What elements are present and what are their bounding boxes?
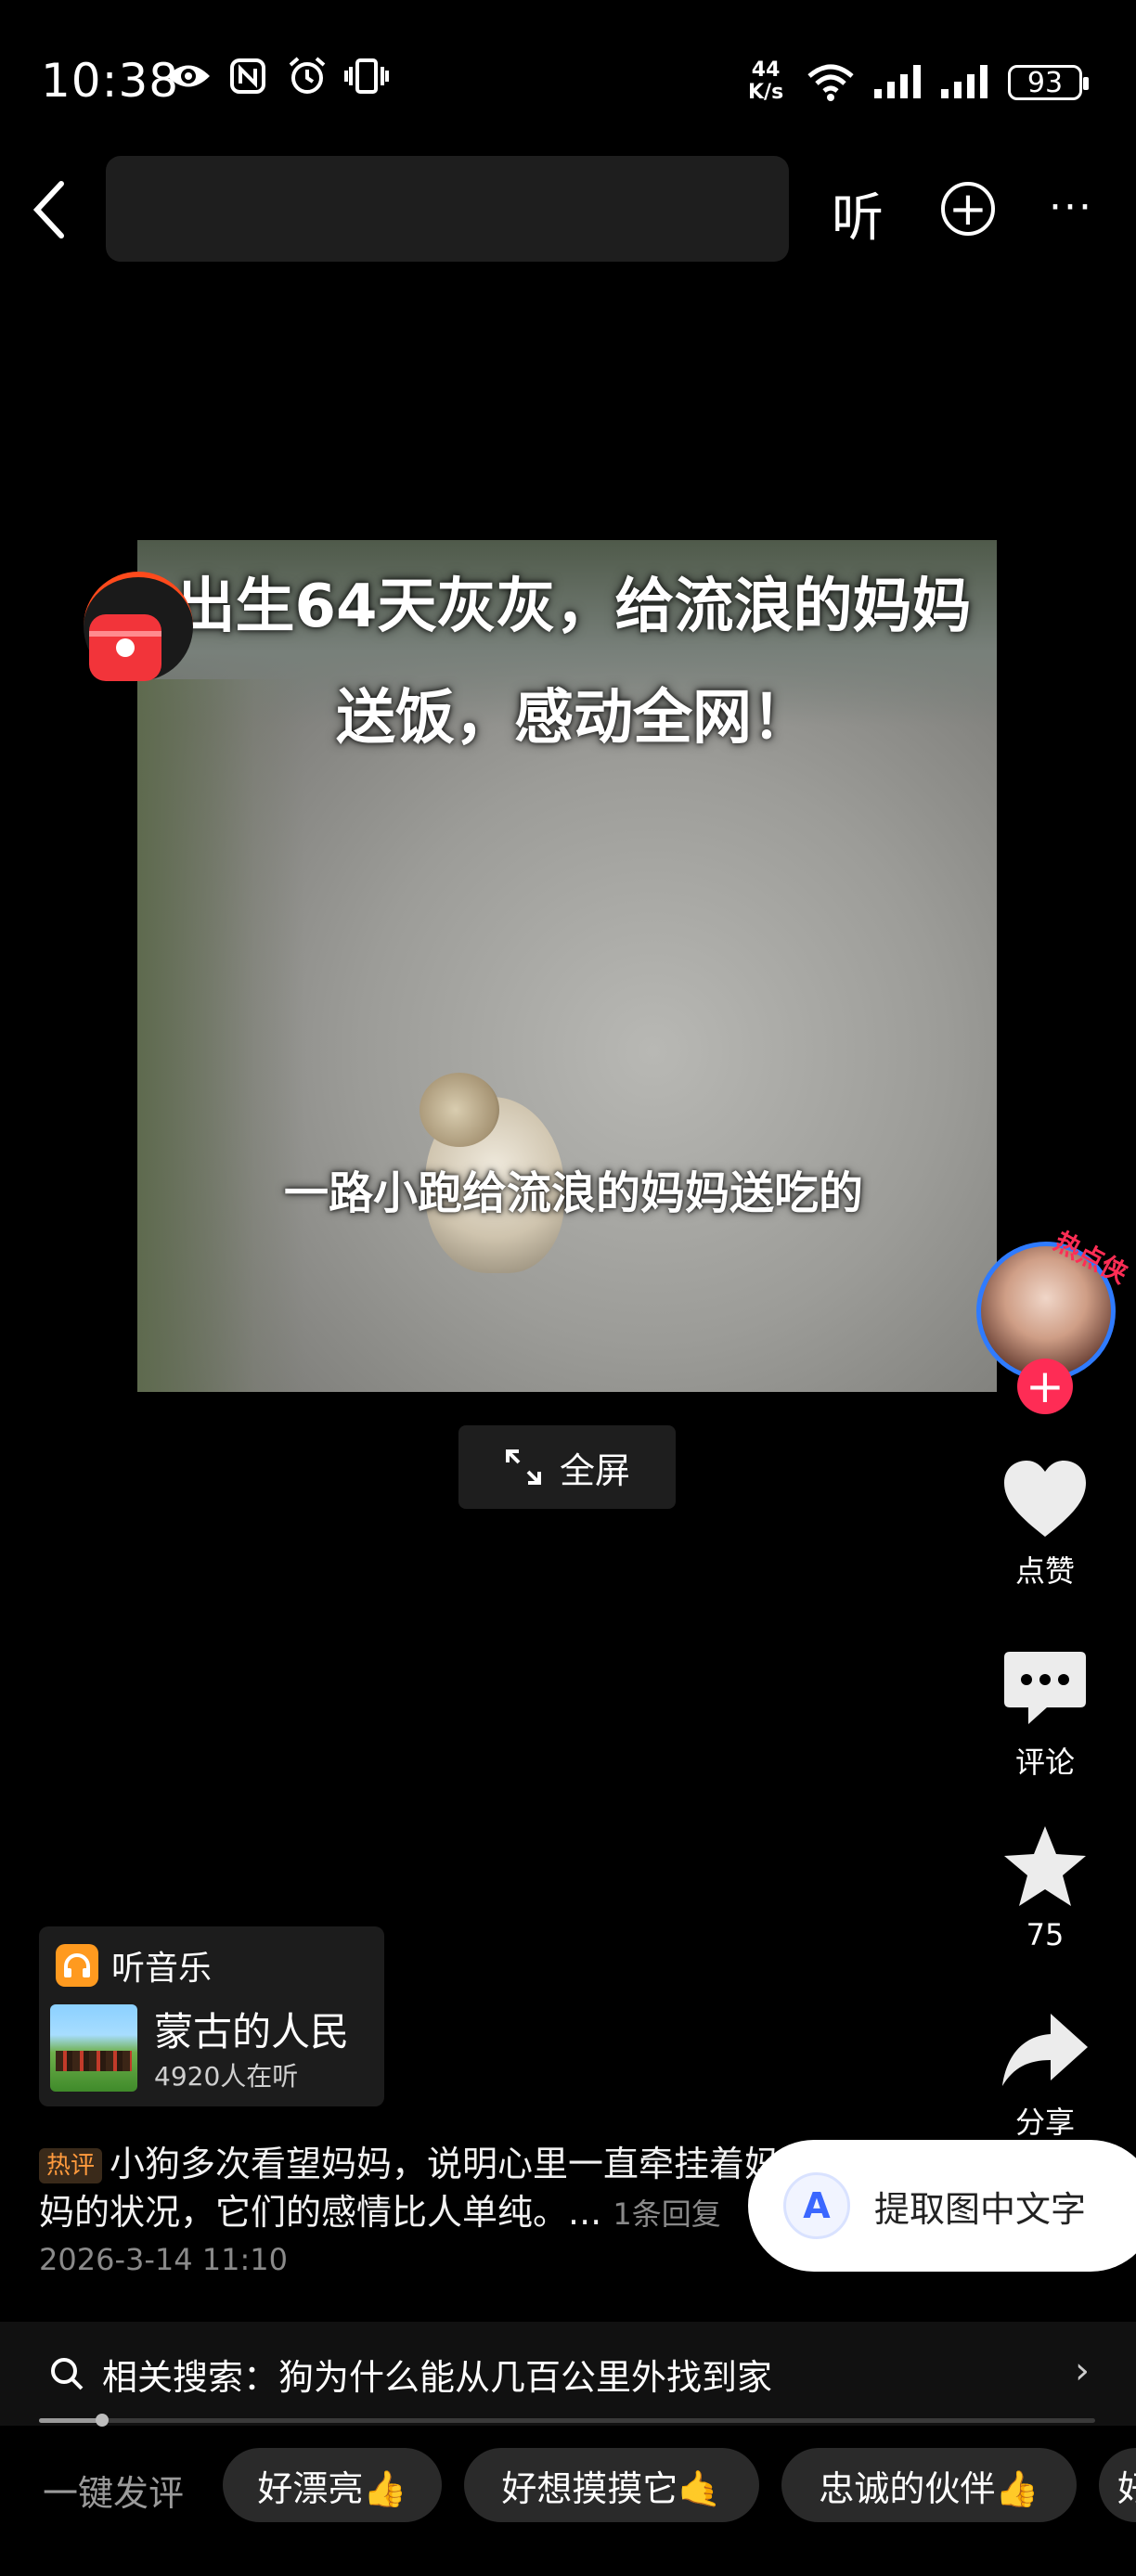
quick-comment-chip[interactable]: 忠诚的伙伴👍 <box>781 2448 1077 2522</box>
video-player[interactable]: 出生64天灰灰，给流浪的妈妈送饭，感动全网！ 一路小跑给流浪的妈妈送吃的 <box>137 540 997 1392</box>
expand-icon <box>505 1449 541 1485</box>
video-caption-title: 出生64天灰灰，给流浪的妈妈送饭，感动全网！ <box>175 573 972 753</box>
fullscreen-label: 全屏 <box>559 1449 630 1491</box>
share-button[interactable]: 分享 <box>989 2008 1101 2142</box>
nfc-icon <box>225 56 271 97</box>
music-listeners: 4920人在听 <box>154 2061 299 2092</box>
net-speed-value: 44 <box>751 58 781 82</box>
chevron-right-icon: › <box>1075 2350 1090 2392</box>
headphone-icon <box>56 1944 98 1987</box>
signal-icon-2 <box>939 63 999 104</box>
red-packet-icon <box>89 614 161 681</box>
music-header: 听音乐 <box>56 1941 212 1990</box>
ocr-popup-button[interactable]: A 提取图中文字 <box>748 2140 1136 2272</box>
quick-comment-label: 一键发评 <box>43 2473 185 2514</box>
share-label: 分享 <box>1014 2105 1075 2140</box>
battery-indicator: 93 <box>1008 65 1089 100</box>
comment-label: 评论 <box>1014 1745 1075 1780</box>
heart-icon <box>1004 1461 1086 1537</box>
music-title: 蒙古的人民 <box>154 2009 350 2054</box>
back-button[interactable] <box>24 176 72 243</box>
video-caption-subtitle: 一路小跑给流浪的妈妈送吃的 <box>283 1167 863 1219</box>
back-icon <box>32 181 64 238</box>
status-icons <box>165 56 390 97</box>
signal-icon <box>872 63 932 104</box>
video-background-grass <box>137 679 304 1392</box>
search-icon <box>51 2358 84 2390</box>
like-label: 点赞 <box>1014 1553 1075 1589</box>
more-icon: ··· <box>1049 184 1093 231</box>
quick-comment-chip[interactable]: 好漂亮👍 <box>223 2448 442 2522</box>
music-card[interactable]: 听音乐 蒙古的人民 4920人在听 <box>39 1926 384 2106</box>
like-button[interactable]: 点赞 <box>989 1457 1101 1591</box>
hot-comment-tag: 热评 <box>39 2148 103 2183</box>
eye-icon <box>165 56 212 97</box>
related-search-bar[interactable]: 相关搜索：狗为什么能从几百公里外找到家 › <box>0 2322 1136 2426</box>
net-speed-unit: K/s <box>748 81 784 104</box>
search-input[interactable] <box>106 156 789 262</box>
ocr-label: 提取图中文字 <box>874 2188 1087 2230</box>
add-button[interactable]: + <box>941 182 995 236</box>
favorite-count: 75 <box>1026 1917 1065 1952</box>
status-time: 10:38 <box>41 54 180 108</box>
alarm-icon <box>284 56 330 97</box>
quick-comment-chip[interactable]: 好 <box>1099 2448 1136 2522</box>
favorite-button[interactable]: 75 <box>989 1824 1101 1952</box>
ocr-icon: A <box>783 2172 850 2239</box>
hot-comment[interactable]: 热评 小狗多次看望妈妈，说明心里一直牵挂着妈妈的状况，它们的感情比人单纯。... … <box>39 2140 800 2238</box>
fullscreen-button[interactable]: 全屏 <box>458 1425 676 1509</box>
net-speed: 44 K/s <box>748 59 783 104</box>
more-button[interactable]: ··· <box>1049 184 1093 231</box>
plus-icon: + <box>1026 1359 1065 1413</box>
wifi-icon <box>806 61 856 106</box>
vibrate-icon <box>343 56 390 97</box>
follow-button[interactable]: + <box>1017 1359 1073 1414</box>
progress-fill <box>39 2418 102 2423</box>
reply-count[interactable]: 1条回复 <box>613 2196 720 2232</box>
share-icon <box>1002 2014 1088 2086</box>
comment-button[interactable]: 评论 <box>989 1648 1101 1782</box>
comment-icon <box>1004 1652 1086 1724</box>
progress-track <box>39 2418 1095 2423</box>
star-icon <box>1004 1826 1086 1906</box>
red-packet-timer[interactable] <box>84 572 193 681</box>
quick-comment-chip[interactable]: 好想摸摸它🤙 <box>464 2448 759 2522</box>
music-cover <box>50 2004 137 2092</box>
listen-button[interactable]: 听 <box>832 176 884 251</box>
music-header-label: 听音乐 <box>111 1950 213 1988</box>
comment-time: 2026-3-14 11:10 <box>39 2242 288 2277</box>
plus-icon: + <box>949 182 988 236</box>
progress-handle[interactable] <box>96 2414 109 2427</box>
related-search-text: 相关搜索：狗为什么能从几百公里外找到家 <box>102 2356 773 2398</box>
